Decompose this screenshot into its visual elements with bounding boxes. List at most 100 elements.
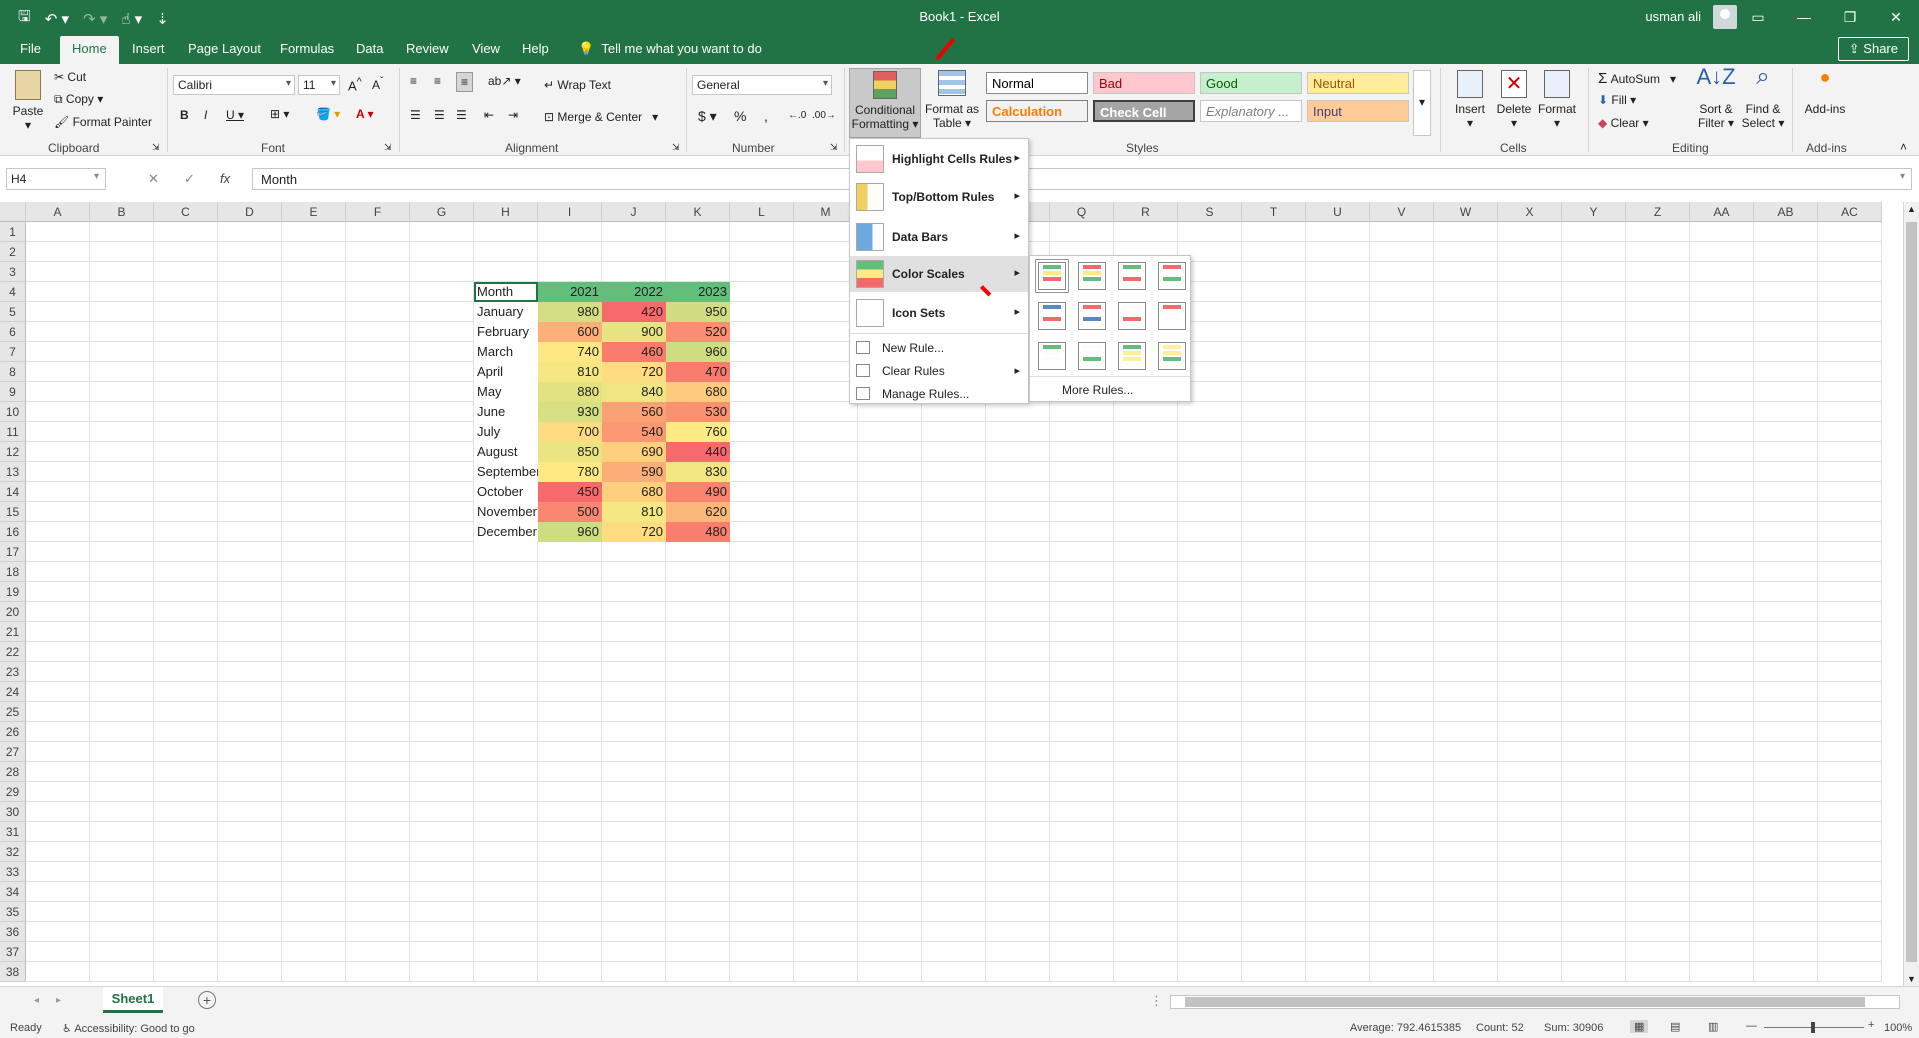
underline-button[interactable]: U ▾ (226, 108, 244, 122)
value-cell[interactable]: 680 (666, 382, 730, 402)
row-header[interactable]: 38 (0, 962, 26, 982)
row-header[interactable]: 31 (0, 822, 26, 842)
format-painter-button[interactable]: 🖌 Format Painter (54, 115, 152, 129)
font-launcher-icon[interactable]: ⇲ (384, 142, 392, 153)
tab-data[interactable]: Data (356, 41, 383, 56)
zoom-slider[interactable] (1764, 1022, 1864, 1033)
more-rules-item[interactable]: More Rules... (1062, 383, 1133, 397)
row-header[interactable]: 23 (0, 662, 26, 682)
row-header[interactable]: 37 (0, 942, 26, 962)
insert-cells-button[interactable]: Insert ▾ (1450, 70, 1490, 130)
value-cell[interactable]: 500 (538, 502, 602, 522)
color-scale-option-icon[interactable] (1118, 342, 1146, 370)
row-header[interactable]: 6 (0, 322, 26, 342)
color-scale-option-icon[interactable] (1158, 262, 1186, 290)
menu-item-manage-rules[interactable]: Manage Rules... (850, 383, 1028, 405)
column-header[interactable]: T (1242, 202, 1306, 222)
comma-icon[interactable]: , (764, 108, 768, 124)
column-header[interactable]: Z (1626, 202, 1690, 222)
align-right-icon[interactable]: ☰ (456, 108, 467, 122)
row-header[interactable]: 29 (0, 782, 26, 802)
value-cell[interactable]: 490 (666, 482, 730, 502)
month-cell[interactable]: March (474, 342, 538, 362)
menu-item-icon-sets[interactable]: Icon Sets ▸ (850, 295, 1028, 331)
tab-file[interactable]: File (20, 41, 41, 56)
value-cell[interactable]: 620 (666, 502, 730, 522)
row-header[interactable]: 33 (0, 862, 26, 882)
scroll-down-icon[interactable]: ▼ (1907, 974, 1916, 984)
clipboard-launcher-icon[interactable]: ⇲ (152, 142, 160, 153)
align-left-icon[interactable]: ☰ (410, 108, 421, 122)
row-header[interactable]: 4 (0, 282, 26, 302)
tab-insert[interactable]: Insert (132, 41, 165, 56)
select-all-corner[interactable] (0, 202, 26, 222)
value-cell[interactable]: 880 (538, 382, 602, 402)
insert-function-icon[interactable]: fx (220, 171, 230, 186)
cell-style-normal[interactable]: Normal (986, 72, 1088, 94)
column-header[interactable]: G (410, 202, 474, 222)
row-header[interactable]: 24 (0, 682, 26, 702)
value-cell[interactable]: 720 (602, 362, 666, 382)
bold-button[interactable]: B (180, 108, 189, 122)
expand-formula-icon[interactable]: ▾ (1900, 171, 1905, 182)
value-cell[interactable]: 590 (602, 462, 666, 482)
borders-icon[interactable]: ⊞ ▾ (270, 107, 289, 121)
page-layout-view-icon[interactable]: ▤ (1670, 1020, 1680, 1033)
value-cell[interactable]: 740 (538, 342, 602, 362)
table-header-cell[interactable]: Month (474, 282, 538, 302)
align-top-icon[interactable]: ≡ (410, 74, 417, 88)
ribbon-display-icon[interactable]: ▭ (1735, 0, 1781, 34)
row-header[interactable]: 35 (0, 902, 26, 922)
decrease-indent-icon[interactable]: ⇤ (484, 108, 494, 122)
column-header[interactable]: L (730, 202, 794, 222)
row-header[interactable]: 30 (0, 802, 26, 822)
row-header[interactable]: 36 (0, 922, 26, 942)
row-header[interactable]: 17 (0, 542, 26, 562)
styles-more-icon[interactable]: ▾ (1413, 70, 1431, 136)
cut-button[interactable]: ✂ Cut (54, 70, 86, 84)
tab-view[interactable]: View (472, 41, 500, 56)
row-header[interactable]: 20 (0, 602, 26, 622)
column-header[interactable]: Q (1050, 202, 1114, 222)
wrap-text-button[interactable]: ↵ Wrap Text (544, 78, 611, 92)
row-header[interactable]: 32 (0, 842, 26, 862)
clear-button[interactable]: ◆ Clear ▾ (1598, 116, 1649, 130)
horizontal-scrollbar[interactable] (1170, 995, 1900, 1009)
font-name-dropdown[interactable]: Calibri (173, 75, 295, 95)
column-header[interactable]: B (90, 202, 154, 222)
row-header[interactable]: 16 (0, 522, 26, 542)
column-header[interactable]: Y (1562, 202, 1626, 222)
row-header[interactable]: 1 (0, 222, 26, 242)
formula-input[interactable]: Month (252, 168, 1912, 190)
value-cell[interactable]: 460 (602, 342, 666, 362)
alignment-launcher-icon[interactable]: ⇲ (672, 142, 680, 153)
normal-view-icon[interactable]: ▦ (1630, 1020, 1649, 1033)
month-cell[interactable]: January (474, 302, 538, 322)
menu-item-color-scales[interactable]: Color Scales ▸ (850, 256, 1028, 292)
month-cell[interactable]: October (474, 482, 538, 502)
row-header[interactable]: 13 (0, 462, 26, 482)
next-sheet-icon[interactable]: ▸ (56, 995, 61, 1006)
row-header[interactable]: 25 (0, 702, 26, 722)
row-header[interactable]: 18 (0, 562, 26, 582)
menu-item-data-bars[interactable]: Data Bars ▸ (850, 219, 1028, 255)
row-header[interactable]: 27 (0, 742, 26, 762)
value-cell[interactable]: 440 (666, 442, 730, 462)
value-cell[interactable]: 980 (538, 302, 602, 322)
color-scale-option-icon[interactable] (1078, 262, 1106, 290)
row-header[interactable]: 2 (0, 242, 26, 262)
row-header[interactable]: 14 (0, 482, 26, 502)
column-header[interactable]: S (1178, 202, 1242, 222)
column-header[interactable]: AB (1754, 202, 1818, 222)
row-header[interactable]: 3 (0, 262, 26, 282)
minimize-icon[interactable]: — (1781, 0, 1827, 34)
zoom-level[interactable]: 100% (1884, 1022, 1912, 1034)
column-header[interactable]: H (474, 202, 538, 222)
column-header[interactable]: U (1306, 202, 1370, 222)
month-cell[interactable]: December (474, 522, 538, 542)
row-header[interactable]: 26 (0, 722, 26, 742)
value-cell[interactable]: 720 (602, 522, 666, 542)
cell-style-input[interactable]: Input (1307, 100, 1409, 122)
menu-item-highlight-cells-rules[interactable]: Highlight Cells Rules ▸ (850, 141, 1028, 177)
value-cell[interactable]: 850 (538, 442, 602, 462)
